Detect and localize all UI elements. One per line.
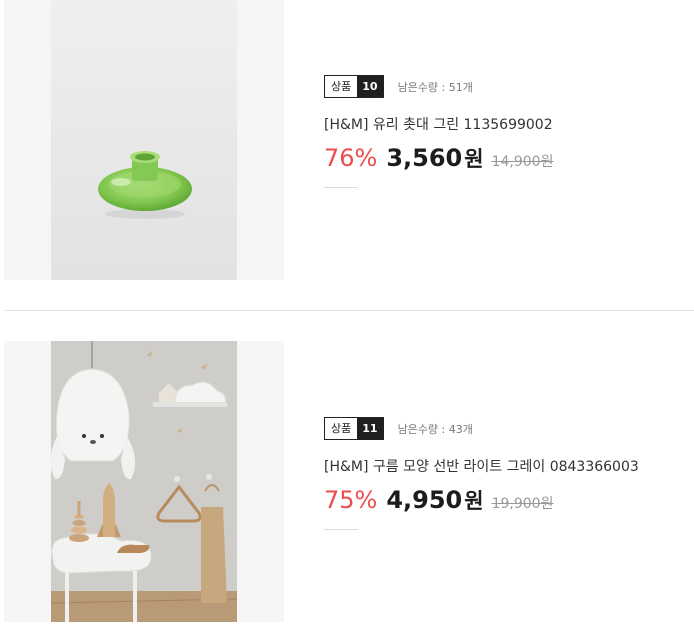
price-row: 75% 4,950 원 19,900원: [324, 485, 639, 515]
discount-rate: 76%: [324, 144, 378, 172]
product-badge: 상품 11: [324, 417, 384, 440]
product-card[interactable]: 상품 11 남은수량 : 43개 [H&M] 구름 모양 선반 라이트 그레이 …: [0, 341, 694, 622]
currency-unit: 원: [464, 147, 484, 171]
stock-remaining: 남은수량 : 43개: [397, 422, 473, 436]
product-info: 상품 11 남은수량 : 43개 [H&M] 구름 모양 선반 라이트 그레이 …: [324, 416, 639, 530]
sale-price: 4,950: [386, 486, 463, 514]
price-row: 76% 3,560 원 14,900원: [324, 143, 553, 173]
discount-rate: 75%: [324, 486, 378, 514]
product-badge: 상품 10: [324, 75, 384, 98]
badge-label: 상품: [325, 76, 358, 97]
product-image-cloud-shelf[interactable]: [51, 341, 237, 622]
sale-price: 3,560: [386, 144, 463, 172]
info-separator: [324, 529, 358, 530]
badge-label: 상품: [325, 418, 358, 439]
info-separator: [324, 187, 358, 188]
product-card[interactable]: 상품 10 남은수량 : 51개 [H&M] 유리 촛대 그린 11356990…: [0, 0, 694, 280]
badge-number: 10: [357, 76, 383, 97]
product-thumbnail[interactable]: [4, 0, 284, 280]
original-price: 19,900원: [491, 496, 554, 512]
product-thumbnail[interactable]: [4, 341, 284, 622]
product-image-glass-candle-holder[interactable]: [51, 0, 237, 280]
list-divider: [4, 310, 694, 311]
product-title[interactable]: [H&M] 유리 촛대 그린 1135699002: [324, 114, 553, 134]
badge-number: 11: [357, 418, 383, 439]
currency-unit: 원: [464, 489, 484, 513]
product-info: 상품 10 남은수량 : 51개 [H&M] 유리 촛대 그린 11356990…: [324, 74, 553, 188]
product-title[interactable]: [H&M] 구름 모양 선반 라이트 그레이 0843366003: [324, 456, 639, 476]
stock-remaining: 남은수량 : 51개: [397, 80, 473, 94]
product-list: 상품 10 남은수량 : 51개 [H&M] 유리 촛대 그린 11356990…: [0, 0, 694, 642]
original-price: 14,900원: [491, 154, 554, 170]
